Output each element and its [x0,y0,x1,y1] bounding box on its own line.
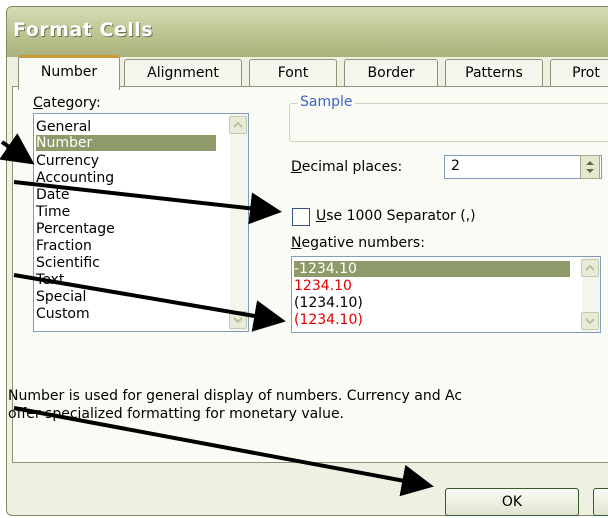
tab-number-label: Number [40,64,98,80]
arrow-to-number-category [0,133,35,165]
tab-number[interactable]: Number [18,55,120,90]
arrow-to-negative-format [13,273,286,332]
arrow-to-separator-checkbox [13,180,282,225]
arrow-to-ok-button [13,406,434,497]
